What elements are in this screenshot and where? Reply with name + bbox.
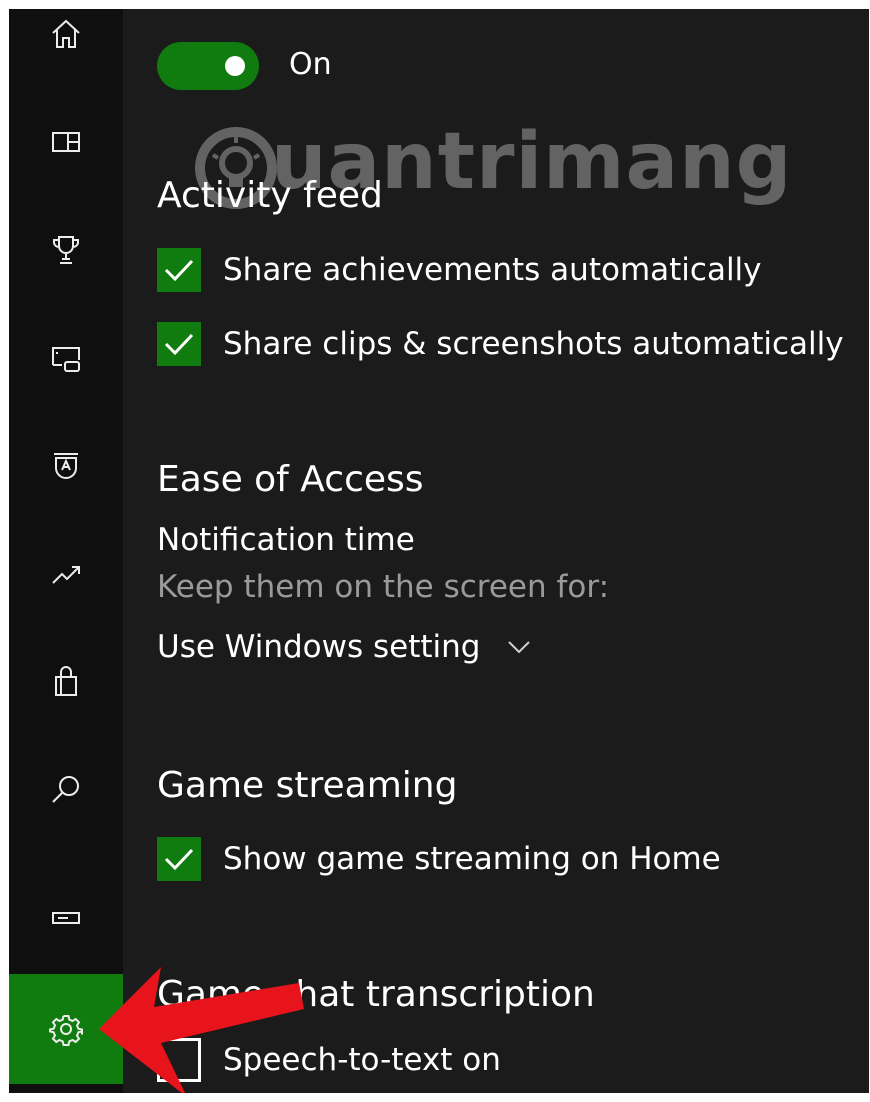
- nav-home[interactable]: [9, 9, 123, 89]
- checkmark-icon: [164, 333, 194, 356]
- sidebar: [9, 9, 123, 1093]
- game-streaming-title: Game streaming: [157, 765, 458, 806]
- trophy-icon: [53, 236, 79, 264]
- checkbox-row-show-streaming[interactable]: Show game streaming on Home: [157, 835, 721, 883]
- show-streaming-checkbox[interactable]: [157, 837, 201, 881]
- nav-connection[interactable]: [9, 863, 123, 973]
- notification-hint: Keep them on the screen for:: [157, 569, 610, 605]
- nav-store[interactable]: [9, 627, 123, 737]
- game-chat-title: Game chat transcription: [157, 974, 595, 1015]
- xbox-settings-window: On uantrimang Activity feed Share achiev…: [9, 9, 869, 1093]
- captures-icon: [52, 347, 80, 372]
- speech-to-text-label: Speech-to-text on: [223, 1042, 501, 1078]
- toggle-knob: [225, 56, 245, 76]
- speech-to-text-checkbox[interactable]: [157, 1038, 201, 1082]
- connection-icon: [52, 912, 80, 924]
- checkbox-row-share-clips[interactable]: Share clips & screenshots automatically: [157, 320, 844, 368]
- dashboard-icon: [52, 132, 80, 152]
- gear-icon: [49, 1015, 83, 1046]
- share-clips-checkbox[interactable]: [157, 322, 201, 366]
- nav-dashboard[interactable]: [9, 87, 123, 197]
- nav-trending[interactable]: [9, 519, 123, 629]
- settings-content: On uantrimang Activity feed Share achiev…: [157, 9, 869, 1093]
- dropdown-value: Use Windows setting: [157, 629, 481, 665]
- nav-captures[interactable]: [9, 303, 123, 413]
- trending-icon: [52, 566, 80, 584]
- nav-settings[interactable]: [9, 974, 123, 1084]
- checkbox-row-share-achievements[interactable]: Share achievements automatically: [157, 246, 762, 294]
- checkmark-icon: [164, 848, 194, 871]
- share-achievements-checkbox[interactable]: [157, 248, 201, 292]
- activity-feed-title: Activity feed: [157, 175, 383, 216]
- search-icon: [52, 776, 79, 803]
- chevron-down-icon: [508, 641, 531, 654]
- store-icon: [55, 666, 77, 696]
- share-achievements-label: Share achievements automatically: [223, 252, 762, 288]
- nav-clubs[interactable]: [9, 411, 123, 521]
- nav-search[interactable]: [9, 735, 123, 845]
- ease-of-access-title: Ease of Access: [157, 459, 424, 500]
- notification-time-dropdown[interactable]: Use Windows setting: [157, 629, 534, 665]
- home-icon: [52, 19, 80, 48]
- notification-time-label: Notification time: [157, 522, 415, 558]
- clubs-icon: [54, 453, 78, 479]
- checkbox-row-speech-to-text[interactable]: Speech-to-text on: [157, 1036, 501, 1084]
- master-toggle[interactable]: [157, 42, 259, 90]
- toggle-label: On: [289, 47, 332, 82]
- show-streaming-label: Show game streaming on Home: [223, 841, 721, 877]
- share-clips-label: Share clips & screenshots automatically: [223, 326, 844, 362]
- checkmark-icon: [164, 259, 194, 282]
- nav-achievements[interactable]: [9, 195, 123, 305]
